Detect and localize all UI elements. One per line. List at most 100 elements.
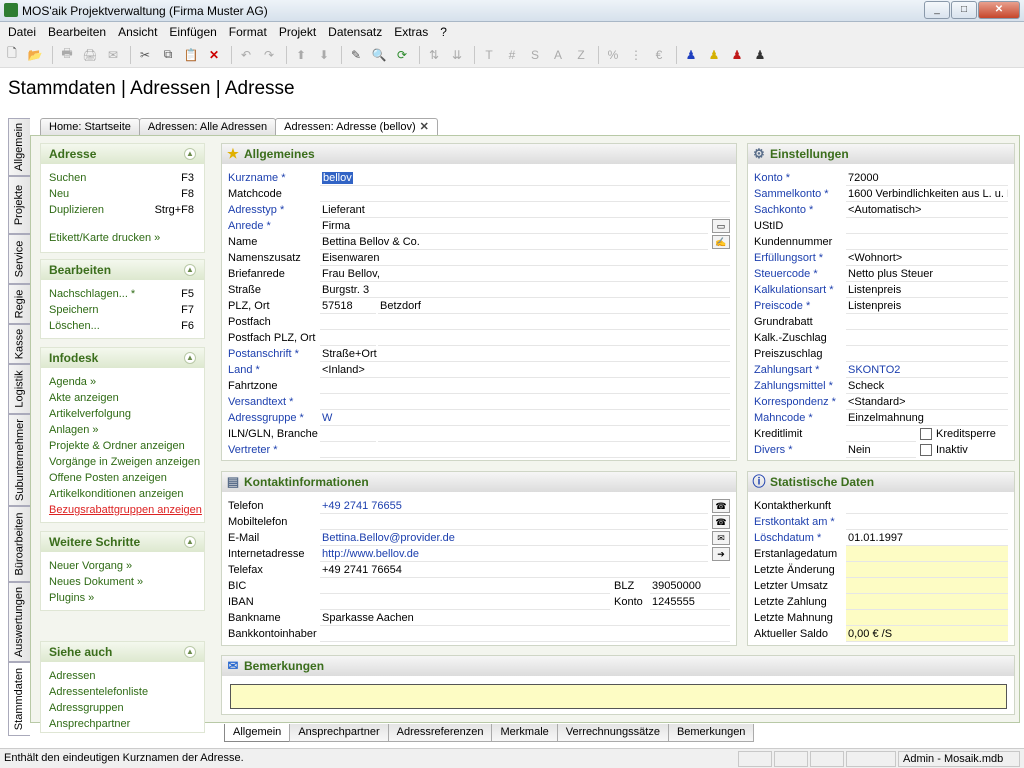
- doc-tab-adresse[interactable]: Adressen: Adresse (bellov) ✕: [275, 118, 438, 136]
- sidebar-item-adressgruppen[interactable]: Adressgruppen: [41, 700, 204, 716]
- menu-datei[interactable]: Datei: [2, 23, 42, 41]
- land-field[interactable]: <Inland>: [320, 362, 730, 378]
- kreditsperre-checkbox[interactable]: [920, 428, 932, 440]
- arrow-down-icon[interactable]: ⬇: [314, 45, 334, 65]
- sachkonto-field[interactable]: <Automatisch>: [846, 202, 1008, 218]
- sidebar-item-adressen[interactable]: Adressen: [41, 668, 204, 684]
- kurzname-field[interactable]: bellov: [320, 170, 730, 186]
- s-format-icon[interactable]: S: [525, 45, 545, 65]
- grundrabatt-field[interactable]: [846, 314, 1008, 330]
- sort-icon[interactable]: ⇅: [424, 45, 444, 65]
- kundennummer-field[interactable]: [846, 234, 1008, 250]
- menu-datensatz[interactable]: Datensatz: [322, 23, 388, 41]
- dial-phone-icon[interactable]: ☎: [712, 499, 730, 513]
- dial-mobile-icon[interactable]: ☎: [712, 515, 730, 529]
- zahlungsmittel-field[interactable]: Scheck: [846, 378, 1008, 394]
- bic-field[interactable]: [320, 578, 610, 594]
- plz-ort-field-2[interactable]: Betzdorf: [378, 298, 730, 314]
- sidebar-item-nachschlagen[interactable]: Nachschlagen... * F5: [41, 286, 204, 302]
- sidebar-item-duplizieren[interactable]: Duplizieren Strg+F8: [41, 202, 204, 218]
- collapse-icon[interactable]: ▲: [184, 646, 196, 658]
- kreditlimit-field[interactable]: [846, 426, 916, 442]
- iln-gln-branche-field[interactable]: [320, 426, 376, 442]
- letzte-zahlung-field[interactable]: [846, 594, 1008, 610]
- sidebar-item-offene-posten[interactable]: Offene Posten anzeigen: [41, 470, 204, 486]
- tab-bemerkungen[interactable]: Bemerkungen: [667, 724, 755, 742]
- internetadresse-field[interactable]: http://www.bellov.de: [320, 546, 708, 562]
- sidebar-item-neues-dokument[interactable]: Neues Dokument »: [41, 574, 204, 590]
- vtab-service[interactable]: Service: [8, 234, 30, 284]
- plz-ort-field[interactable]: 57518: [320, 298, 376, 314]
- namenszusatz-field[interactable]: Eisenwaren: [320, 250, 730, 266]
- print-icon[interactable]: 🖨: [80, 45, 100, 65]
- open-folder-icon[interactable]: 📂: [25, 45, 45, 65]
- currency-icon[interactable]: €: [649, 45, 669, 65]
- section-header[interactable]: Infodesk ▲: [41, 348, 204, 368]
- name-edit-icon[interactable]: ✍: [712, 235, 730, 249]
- inaktiv-checkbox[interactable]: [920, 444, 932, 456]
- section-header[interactable]: Bearbeiten ▲: [41, 260, 204, 280]
- telefax-field[interactable]: +49 2741 76654: [320, 562, 730, 578]
- iban-field[interactable]: [320, 594, 610, 610]
- user-yellow-icon[interactable]: ♟: [704, 45, 724, 65]
- zahlungsart-field[interactable]: SKONTO2: [846, 362, 1008, 378]
- section-header[interactable]: Weitere Schritte ▲: [41, 532, 204, 552]
- bankkontoinhaber-field[interactable]: [320, 626, 730, 642]
- postfach-field[interactable]: [320, 314, 730, 330]
- l-schdatum-field[interactable]: 01.01.1997: [846, 530, 1008, 546]
- postfach-plz-ort-field[interactable]: [320, 330, 376, 346]
- sidebar-item-bezugsrabattgruppen[interactable]: Bezugsrabattgruppen anzeigen: [41, 502, 204, 518]
- vtab-auswertungen[interactable]: Auswertungen: [8, 582, 30, 662]
- close-tab-icon[interactable]: ✕: [420, 121, 429, 133]
- sidebar-item-projekte-ordner[interactable]: Projekte & Ordner anzeigen: [41, 438, 204, 454]
- iln-gln-branche-field-2[interactable]: [378, 426, 730, 442]
- menu-extras[interactable]: Extras: [388, 23, 434, 41]
- sidebar-item-artikelkonditionen[interactable]: Artikelkonditionen anzeigen: [41, 486, 204, 502]
- stra-e-field[interactable]: Burgstr. 3: [320, 282, 730, 298]
- collapse-icon[interactable]: ▲: [184, 352, 196, 364]
- konto-field[interactable]: 1245555: [650, 594, 730, 610]
- filter-icon[interactable]: ⇊: [447, 45, 467, 65]
- ustid-field[interactable]: [846, 218, 1008, 234]
- delete-icon[interactable]: ✕: [204, 45, 224, 65]
- erf-llungsort-field[interactable]: <Wohnort>: [846, 250, 1008, 266]
- korrespondenz-field[interactable]: <Standard>: [846, 394, 1008, 410]
- erstanlagedatum-field[interactable]: [846, 546, 1008, 562]
- sidebar-item-speichern[interactable]: Speichern F7: [41, 302, 204, 318]
- doc-tab-home[interactable]: Home: Startseite: [40, 118, 140, 136]
- bemerkungen-textarea[interactable]: [230, 684, 1007, 709]
- letzte-mahnung-field[interactable]: [846, 610, 1008, 626]
- percent-icon[interactable]: %: [603, 45, 623, 65]
- find-icon[interactable]: 🔍: [369, 45, 389, 65]
- vtab-logistik[interactable]: Logistik: [8, 364, 30, 414]
- bankname-field[interactable]: Sparkasse Aachen: [320, 610, 730, 626]
- sidebar-item-artikelverfolgung[interactable]: Artikelverfolgung: [41, 406, 204, 422]
- cut-icon[interactable]: ✂: [135, 45, 155, 65]
- sidebar-item-loeschen[interactable]: Löschen... F6: [41, 318, 204, 334]
- minimize-button[interactable]: _: [924, 1, 950, 19]
- user-red-icon[interactable]: ♟: [727, 45, 747, 65]
- text-format-icon[interactable]: T: [479, 45, 499, 65]
- menu-projekt[interactable]: Projekt: [273, 23, 322, 41]
- menu-bearbeiten[interactable]: Bearbeiten: [42, 23, 112, 41]
- vtab-subunternehmer[interactable]: Subunternehmer: [8, 414, 30, 506]
- close-button[interactable]: ✕: [978, 1, 1020, 19]
- open-url-icon[interactable]: ➔: [712, 547, 730, 561]
- anrede-field[interactable]: Firma: [320, 218, 708, 234]
- sidebar-item-neu[interactable]: Neu F8: [41, 186, 204, 202]
- preiscode-field[interactable]: Listenpreis: [846, 298, 1008, 314]
- fahrtzone-field[interactable]: [320, 378, 730, 394]
- a-format-icon[interactable]: A: [548, 45, 568, 65]
- konto-field[interactable]: 72000: [846, 170, 1008, 186]
- tab-allgemein[interactable]: Allgemein: [224, 724, 291, 742]
- tab-ansprechpartner[interactable]: Ansprechpartner: [289, 724, 389, 742]
- tab-verrechnungssaetze[interactable]: Verrechnungssätze: [556, 724, 669, 742]
- mobiltelefon-field[interactable]: [320, 514, 708, 530]
- sidebar-item-akte[interactable]: Akte anzeigen: [41, 390, 204, 406]
- sidebar-item-neuer-vorgang[interactable]: Neuer Vorgang »: [41, 558, 204, 574]
- number-format-icon[interactable]: #: [502, 45, 522, 65]
- send-mail-icon[interactable]: ✉: [712, 531, 730, 545]
- refresh-icon[interactable]: ⟳: [392, 45, 412, 65]
- vtab-projekte[interactable]: Projekte: [8, 176, 30, 234]
- sammelkonto-field[interactable]: 1600 Verbindlichkeiten aus L. u. L: [846, 186, 1008, 202]
